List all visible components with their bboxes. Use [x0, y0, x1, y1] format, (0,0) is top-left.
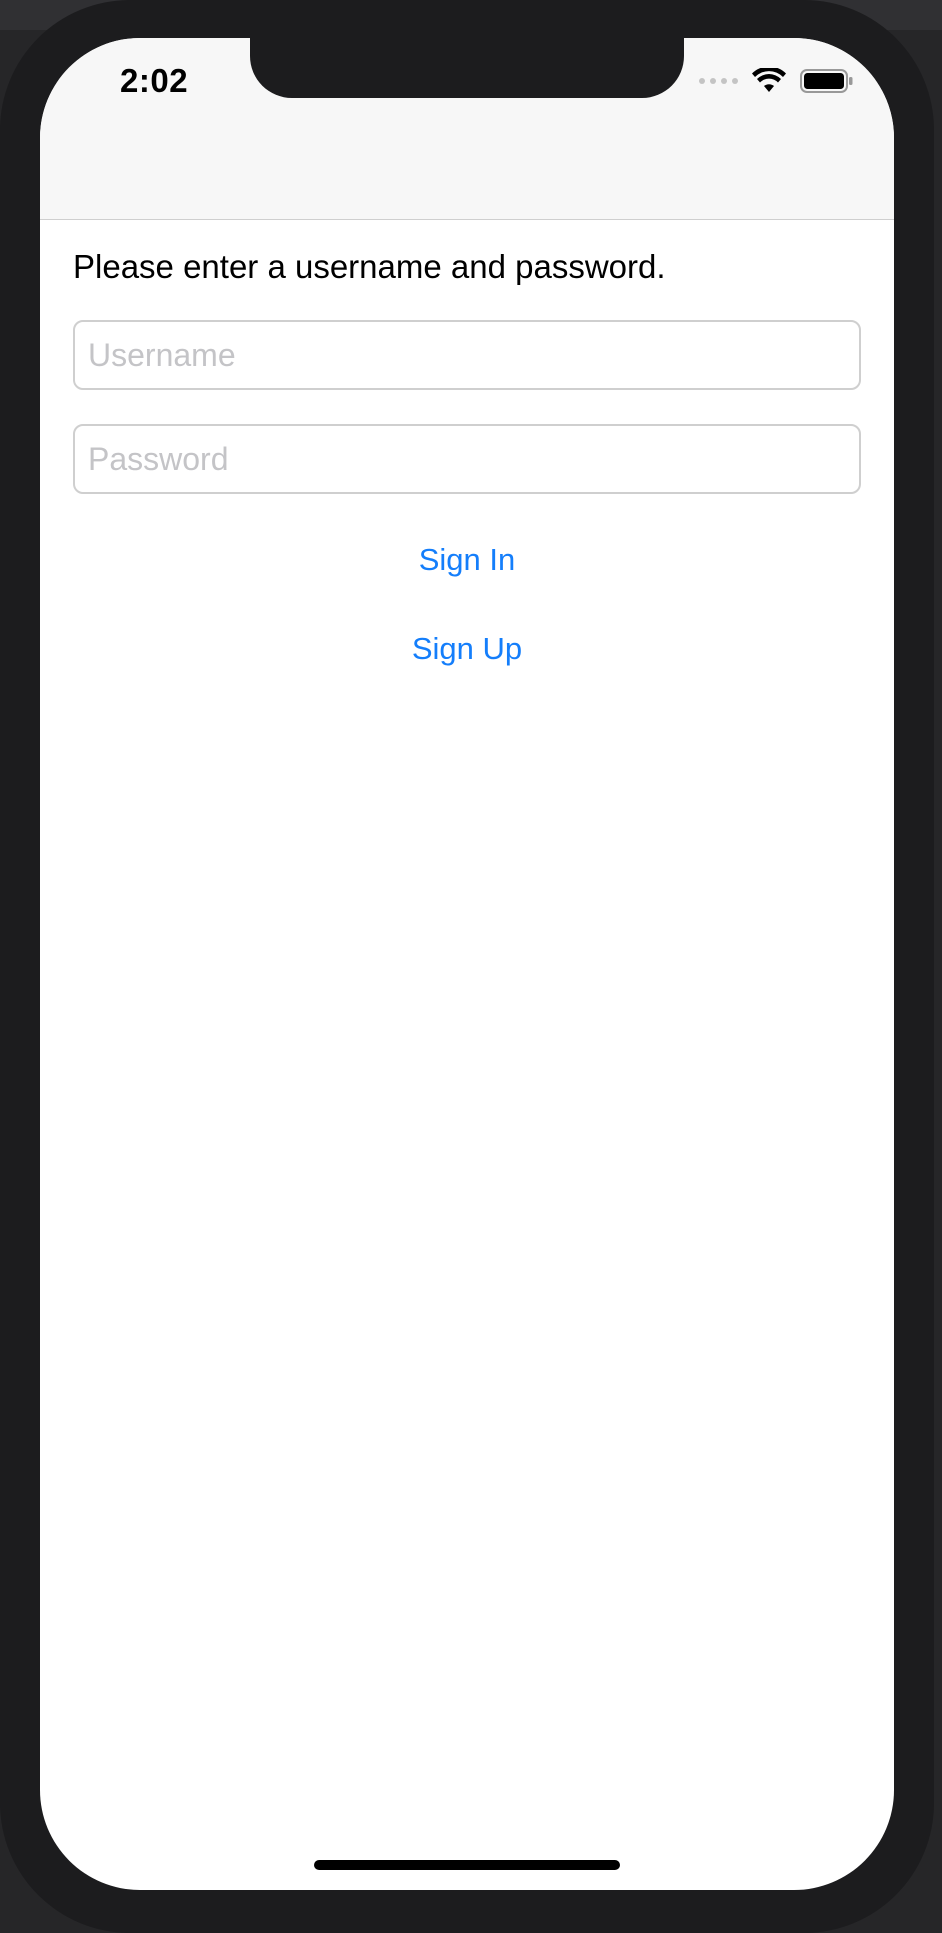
status-icons — [699, 68, 854, 94]
battery-icon — [800, 69, 853, 93]
password-field[interactable] — [73, 424, 861, 494]
app-screen: 2:02 Please enter a username and passwor… — [40, 38, 894, 1890]
sign-in-button[interactable]: Sign In — [399, 532, 536, 588]
login-form: Please enter a username and password. Si… — [73, 219, 861, 677]
device-notch — [250, 38, 684, 98]
iphone-frame: 2:02 Please enter a username and passwor… — [0, 0, 934, 1933]
home-indicator[interactable] — [314, 1860, 620, 1870]
username-field[interactable] — [73, 320, 861, 390]
signal-icon — [699, 78, 738, 84]
sign-up-button[interactable]: Sign Up — [392, 621, 542, 677]
wifi-icon — [752, 68, 786, 92]
status-time: 2:02 — [120, 62, 189, 99]
login-prompt: Please enter a username and password. — [73, 248, 666, 285]
